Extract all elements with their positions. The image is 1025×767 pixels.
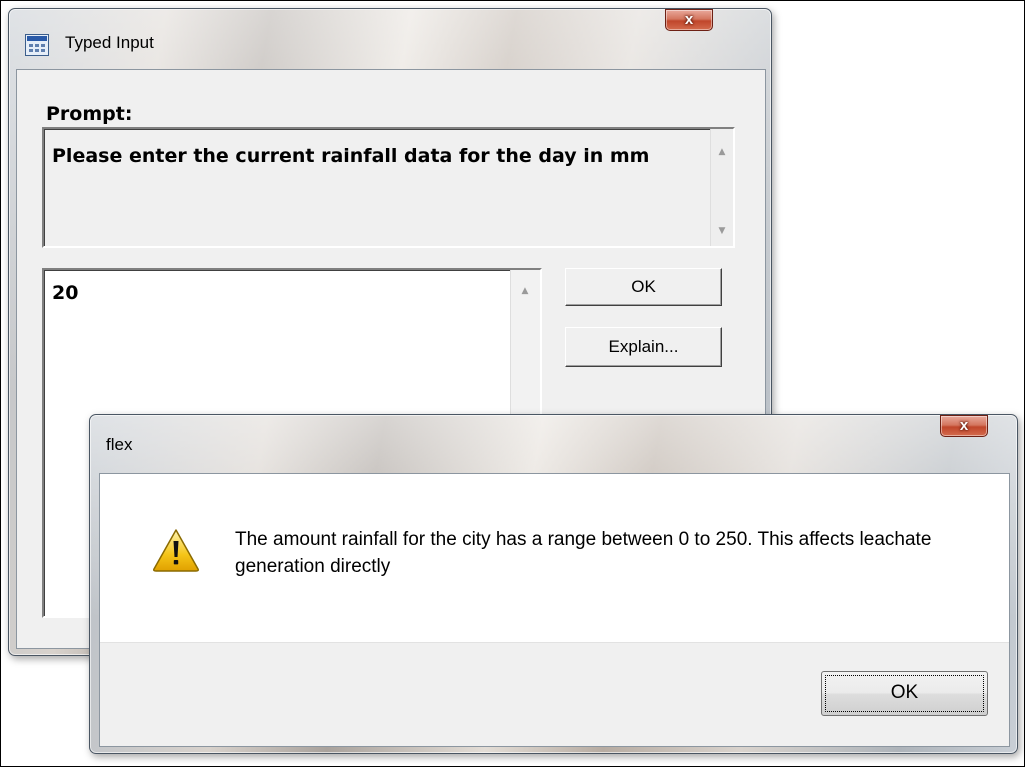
- window-title: Typed Input: [65, 33, 154, 52]
- ok-button[interactable]: OK: [821, 671, 988, 716]
- message-title: flex: [106, 435, 133, 454]
- close-icon: x: [684, 11, 694, 28]
- flex-message-window: flex x The amount rainfall for the city …: [89, 414, 1018, 754]
- prompt-text: Please enter the current rainfall data f…: [52, 145, 650, 167]
- prompt-text-box: Please enter the current rainfall data f…: [42, 127, 735, 248]
- close-icon: x: [959, 417, 969, 434]
- scroll-up-icon[interactable]: ▲: [711, 147, 733, 157]
- ok-button[interactable]: OK: [565, 268, 722, 306]
- scroll-up-icon[interactable]: ▲: [511, 286, 539, 296]
- ok-button-label: OK: [890, 682, 919, 703]
- close-button[interactable]: x: [940, 415, 988, 437]
- input-value: 20: [52, 282, 79, 304]
- scroll-down-icon[interactable]: ▼: [711, 226, 733, 236]
- close-button[interactable]: x: [665, 9, 713, 31]
- message-area: The amount rainfall for the city has a r…: [100, 474, 1009, 643]
- message-text: The amount rainfall for the city has a r…: [235, 529, 932, 577]
- message-client-area: The amount rainfall for the city has a r…: [99, 473, 1010, 747]
- prompt-scrollbar[interactable]: ▲ ▼: [710, 129, 733, 246]
- prompt-label: Prompt:: [46, 103, 133, 125]
- application-form-icon: [25, 34, 49, 56]
- warning-icon: [153, 529, 199, 572]
- explain-button[interactable]: Explain...: [565, 327, 722, 367]
